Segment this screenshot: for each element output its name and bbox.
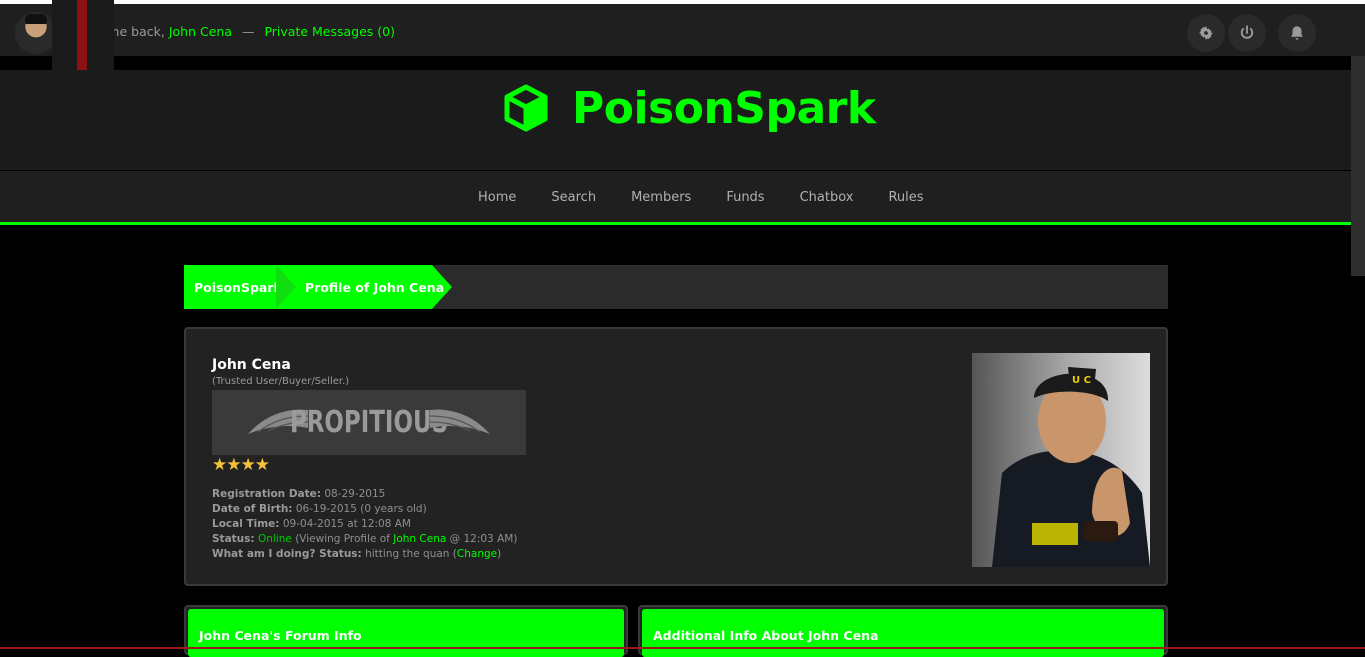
theme-indicator: [77, 0, 87, 78]
additional-info-heading: Additional Info About John Cena: [642, 609, 1164, 657]
dob-value: 06-19-2015 (0 years old): [295, 503, 427, 515]
forum-info-heading: John Cena's Forum Info: [188, 609, 624, 657]
cube-icon: [504, 84, 548, 132]
doing-value: hitting the quan: [365, 548, 450, 560]
gear-icon: [1199, 26, 1213, 40]
main-nav: Home Search Members Funds Chatbox Rules: [0, 171, 1351, 225]
dob-row: Date of Birth: 06-19-2015 (0 years old): [212, 502, 517, 517]
profile-usertitle: (Trusted User/Buyer/Seller.): [212, 376, 350, 387]
bell-icon: [1291, 26, 1303, 40]
localtime-row: Local Time: 09-04-2015 at 12:08 AM: [212, 517, 517, 532]
rank-banner: PROPITIOUS: [212, 390, 526, 455]
breadcrumb: PoisonSpark Profile of John Cena: [184, 265, 1168, 309]
nav-home[interactable]: Home: [478, 190, 516, 205]
profile-name: John Cena: [212, 357, 291, 373]
welcome-text: Welcome back, John Cena — Private Messag…: [70, 24, 395, 39]
status-label: Status:: [212, 533, 255, 545]
breadcrumb-current: Profile of John Cena: [276, 265, 452, 309]
separator: —: [241, 24, 255, 39]
page-scrollbar[interactable]: [1351, 56, 1365, 649]
nav-rules[interactable]: Rules: [888, 190, 923, 205]
profile-photo: U C: [972, 353, 1150, 567]
doing-label: What am I doing? Status:: [212, 548, 362, 560]
rank-banner-text: PROPITIOUS: [289, 405, 449, 440]
svg-text:U C: U C: [1072, 375, 1091, 386]
change-close-paren: ): [497, 548, 502, 560]
doing-row: What am I doing? Status: hitting the qua…: [212, 547, 517, 562]
localtime-label: Local Time:: [212, 518, 280, 530]
user-avatar[interactable]: [15, 12, 57, 54]
site-header: PoisonSpark: [0, 70, 1351, 170]
notifications-button[interactable]: [1278, 14, 1316, 52]
nav-funds[interactable]: Funds: [726, 190, 764, 205]
nav-members[interactable]: Members: [631, 190, 691, 205]
scrollbar-thumb[interactable]: [1351, 56, 1365, 276]
breadcrumb-root[interactable]: PoisonSpark: [184, 265, 282, 309]
status-detail-suffix: @ 12:03 AM): [449, 533, 518, 545]
status-detail-user-link[interactable]: John Cena: [393, 533, 446, 545]
private-messages-link[interactable]: Private Messages (0): [264, 24, 395, 39]
registration-label: Registration Date:: [212, 488, 321, 500]
power-icon: [1240, 25, 1254, 39]
site-logo[interactable]: PoisonSpark: [502, 82, 876, 134]
username-link[interactable]: John Cena: [169, 24, 232, 39]
site-name: PoisonSpark: [572, 82, 876, 134]
reputation-stars: ★★★★: [212, 455, 270, 475]
status-value: Online: [257, 533, 292, 545]
localtime-value: 09-04-2015 at 12:08 AM: [282, 518, 411, 530]
right-wing-icon: [430, 409, 490, 434]
profile-panel: John Cena (Trusted User/Buyer/Seller.) P…: [184, 327, 1168, 586]
profile-photo-art: U C: [992, 367, 1150, 567]
dob-label: Date of Birth:: [212, 503, 293, 515]
top-bar: Welcome back, John Cena — Private Messag…: [0, 0, 1365, 56]
settings-button[interactable]: [1187, 14, 1225, 52]
profile-details: Registration Date: 08-29-2015 Date of Bi…: [212, 487, 517, 562]
status-row: Status: Online (Viewing Profile of John …: [212, 532, 517, 547]
nav-chatbox[interactable]: Chatbox: [800, 190, 854, 205]
nav-search[interactable]: Search: [551, 190, 596, 205]
registration-value: 08-29-2015: [324, 488, 386, 500]
logout-button[interactable]: [1228, 14, 1266, 52]
change-status-link[interactable]: Change: [457, 548, 497, 560]
status-detail-prefix: (Viewing Profile of: [295, 533, 390, 545]
registration-row: Registration Date: 08-29-2015: [212, 487, 517, 502]
